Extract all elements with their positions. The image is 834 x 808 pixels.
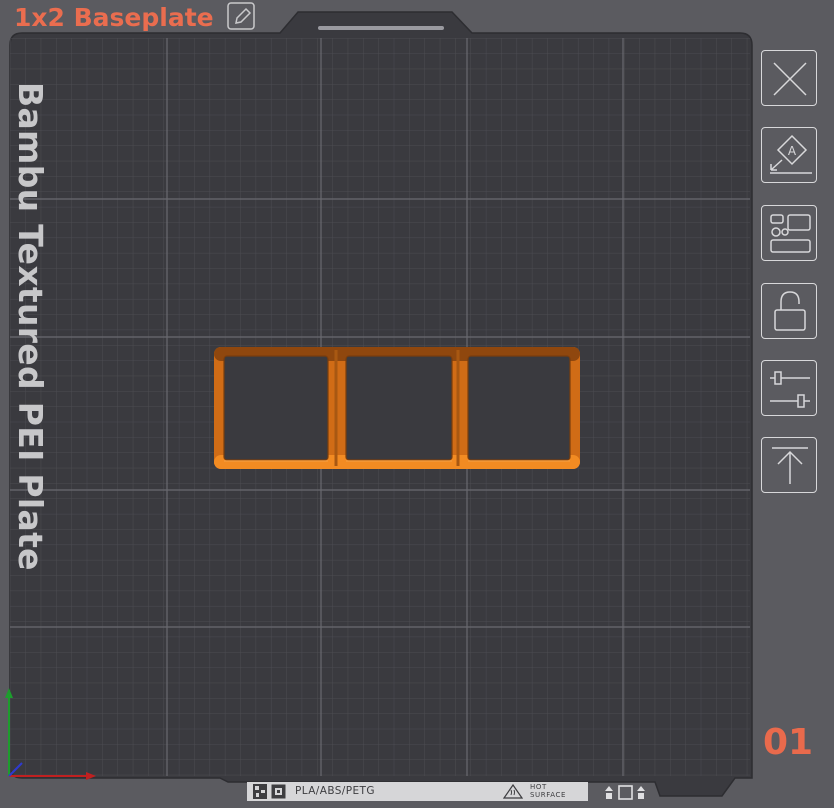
qr-code-icon <box>253 784 267 799</box>
auto-orient-button[interactable]: A <box>761 127 817 183</box>
plate-type-label: Bambu Textured PEI Plate <box>11 82 50 571</box>
lock-icon <box>774 291 806 331</box>
auto-orient-icon: A <box>770 134 812 174</box>
build-plate[interactable] <box>0 0 834 808</box>
move-to-top-icon <box>772 447 808 484</box>
plate-handle <box>318 26 444 30</box>
settings-sliders-icon <box>770 371 810 408</box>
plate-marker-icon <box>271 784 286 799</box>
arrange-icon <box>770 214 811 253</box>
plate-info-strip: PLA/ABS/PETG HOT SURFACE <box>247 782 588 801</box>
move-to-top-button[interactable] <box>761 437 817 493</box>
hot-surface-icon <box>503 784 523 799</box>
plate-settings-button[interactable] <box>761 360 817 416</box>
hot-surface-warning: HOT SURFACE <box>530 783 566 799</box>
compatible-materials: PLA/ABS/PETG <box>295 785 375 797</box>
model-baseplate[interactable] <box>214 347 580 469</box>
svg-text:A: A <box>788 144 797 158</box>
plate-side-icon <box>605 785 645 800</box>
arrange-button[interactable] <box>761 205 817 261</box>
close-icon <box>773 62 807 96</box>
pencil-icon[interactable] <box>227 2 257 32</box>
delete-plate-button[interactable] <box>761 50 817 106</box>
plate-title: 1x2 Baseplate <box>14 3 214 32</box>
lock-plate-button[interactable] <box>761 283 817 339</box>
plate-number: 01 <box>763 722 814 763</box>
